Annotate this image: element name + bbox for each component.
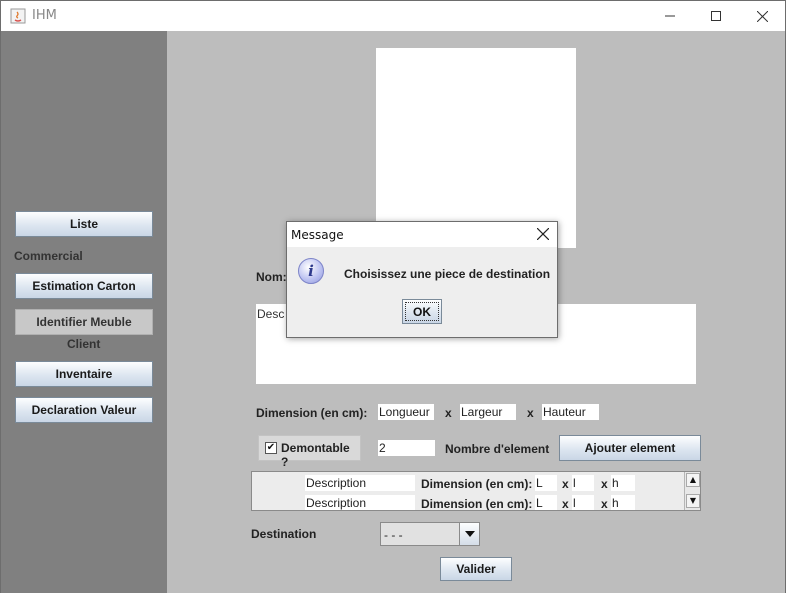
x-separator: x — [601, 477, 608, 491]
maximize-button[interactable] — [693, 1, 739, 31]
list-item: Description Dimension (en cm): L x l x h — [252, 495, 684, 511]
liste-button[interactable]: Liste — [15, 211, 153, 237]
estimation-carton-button[interactable]: Estimation Carton — [15, 273, 153, 299]
chevron-down-icon[interactable] — [459, 523, 479, 545]
element-width-field[interactable]: l — [572, 495, 594, 510]
element-height-field[interactable]: h — [611, 475, 635, 491]
x-separator: x — [445, 406, 452, 420]
dialog-close-icon[interactable] — [536, 226, 550, 244]
destination-label: Destination — [251, 527, 317, 541]
message-dialog: Message i Choisissez une piece de destin… — [286, 221, 558, 338]
destination-selected-value: - - - — [384, 528, 403, 542]
nombre-element-label: Nombre d'element — [445, 442, 550, 456]
element-dimension-label: Dimension (en cm): — [421, 477, 533, 491]
largeur-field[interactable]: Largeur — [460, 404, 516, 420]
window-title: IHM — [32, 8, 57, 23]
destination-select[interactable]: - - - — [380, 522, 480, 546]
furniture-image-placeholder — [376, 48, 576, 248]
sidebar: Liste Commercial Estimation Carton Ident… — [1, 31, 167, 593]
identifier-meuble-button[interactable]: Identifier Meuble — [15, 309, 153, 335]
commercial-label: Commercial — [14, 249, 83, 263]
list-item: Description Dimension (en cm): L x l x h — [252, 474, 684, 492]
nom-label: Nom: — [256, 270, 287, 284]
dialog-message: Choisissez une piece de destination — [344, 267, 551, 281]
element-height-field[interactable]: h — [611, 495, 635, 510]
ajouter-element-button[interactable]: Ajouter element — [559, 435, 701, 461]
dialog-title: Message — [291, 228, 344, 242]
declaration-valeur-button[interactable]: Declaration Valeur — [15, 397, 153, 423]
nombre-element-field[interactable]: 2 — [378, 440, 435, 456]
inventaire-button[interactable]: Inventaire — [15, 361, 153, 387]
hauteur-field[interactable]: Hauteur — [542, 404, 599, 420]
dimension-label: Dimension (en cm): — [256, 406, 368, 420]
checkbox-check-icon: ✔ — [265, 442, 277, 454]
demontable-label: Demontable ? — [281, 441, 350, 469]
minimize-button[interactable] — [647, 1, 693, 31]
valider-button[interactable]: Valider — [440, 557, 512, 581]
information-icon: i — [298, 258, 324, 284]
element-description-field[interactable]: Description — [305, 495, 415, 510]
client-label: Client — [67, 337, 101, 351]
maximize-icon — [711, 11, 721, 21]
scroll-up-icon[interactable]: ▲ — [686, 473, 700, 487]
x-separator: x — [601, 497, 608, 511]
x-separator: x — [562, 497, 569, 511]
ok-button[interactable]: OK — [402, 299, 442, 324]
title-bar: IHM — [1, 1, 785, 31]
scroll-down-icon[interactable]: ▼ — [686, 494, 700, 508]
minimize-icon — [665, 15, 675, 17]
element-length-field[interactable]: L — [535, 495, 557, 510]
x-separator: x — [562, 477, 569, 491]
x-separator: x — [527, 406, 534, 420]
longueur-field[interactable]: Longueur — [378, 404, 434, 420]
elements-list: Description Dimension (en cm): L x l x h… — [251, 471, 701, 511]
close-icon — [756, 10, 768, 22]
list-scrollbar[interactable]: ▲ ▼ — [684, 472, 700, 510]
element-dimension-label: Dimension (en cm): — [421, 497, 533, 511]
app-window: IHM Liste Commercial Estimation Carton I… — [0, 0, 786, 593]
demontable-checkbox[interactable]: ✔ Demontable ? — [258, 435, 361, 469]
element-width-field[interactable]: l — [572, 475, 594, 491]
dialog-title-bar: Message — [287, 222, 557, 247]
element-length-field[interactable]: L — [535, 475, 557, 491]
java-app-icon — [10, 8, 26, 24]
element-description-field[interactable]: Description — [305, 475, 415, 491]
close-button[interactable] — [739, 1, 785, 31]
